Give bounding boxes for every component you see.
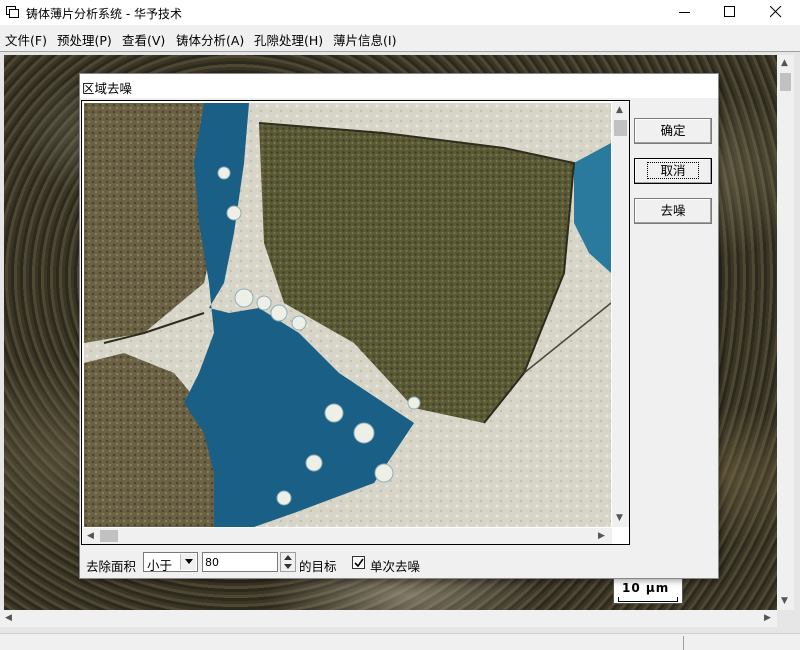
preview-image[interactable] — [84, 103, 611, 527]
maximize-button[interactable] — [707, 0, 753, 25]
menu-view[interactable]: 查看(V) — [122, 30, 165, 49]
single-denoise-label: 单次去噪 — [370, 559, 421, 574]
ok-button-label: 确定 — [660, 123, 686, 138]
checkmark-icon — [354, 558, 364, 568]
main-vertical-scrollbar[interactable]: ▲ ▼ — [777, 55, 794, 610]
scroll-left-icon[interactable]: ◀ — [5, 613, 12, 623]
comparison-value: 小于 — [147, 558, 173, 573]
target-label: 的目标 — [299, 559, 337, 574]
chevron-down-icon — [185, 559, 193, 564]
scroll-down-icon[interactable]: ▼ — [781, 596, 788, 606]
scroll-left-icon[interactable]: ◀ — [87, 531, 94, 541]
app-icon — [6, 6, 19, 18]
scroll-up-icon[interactable]: ▲ — [781, 58, 788, 68]
minimize-icon — [679, 12, 690, 13]
denoise-button-label: 去噪 — [660, 203, 686, 218]
preview-horizontal-scrollbar[interactable]: ◀ ▶ — [83, 528, 612, 544]
preview-vertical-scrollbar[interactable]: ▲ ▼ — [612, 102, 629, 527]
cancel-button-label: 取消 — [647, 162, 699, 179]
menu-bar: 文件(F) 预处理(P) 查看(V) 铸体分析(A) 孔隙处理(H) 薄片信息(… — [0, 25, 800, 51]
scale-bar-label: 10 μm — [622, 581, 670, 595]
spin-up[interactable] — [281, 553, 295, 562]
micrograph-illustration — [84, 103, 611, 527]
spin-down[interactable] — [281, 562, 295, 571]
status-bar — [0, 633, 800, 650]
dialog-title-bar: 区域去噪 — [80, 74, 718, 98]
close-icon — [770, 6, 782, 18]
scroll-thumb[interactable] — [100, 530, 118, 542]
single-denoise-checkbox[interactable] — [352, 556, 365, 569]
window-title: 铸体薄片分析系统 - 华予技术 — [26, 7, 182, 21]
spin-up-icon — [284, 555, 292, 560]
scale-bar: 10 μm — [613, 578, 683, 604]
denoise-options-row: 去除面积 小于 的目标 单次去噪 — [80, 550, 718, 576]
scroll-right-icon[interactable]: ▶ — [764, 613, 771, 623]
area-spinner[interactable] — [280, 552, 296, 572]
scroll-thumb[interactable] — [614, 120, 627, 136]
title-bar: 铸体薄片分析系统 - 华予技术 — [0, 0, 800, 25]
scale-bar-line — [618, 597, 678, 602]
scroll-thumb[interactable] — [780, 73, 791, 91]
area-value-input[interactable] — [202, 552, 278, 572]
scroll-up-icon[interactable]: ▲ — [616, 105, 623, 115]
area-label: 去除面积 — [86, 559, 137, 574]
menu-thin-section-info[interactable]: 薄片信息(I) — [333, 30, 396, 49]
preview-frame: ▲ ▼ ◀ ▶ — [81, 100, 630, 545]
denoise-dialog: 区域去噪 ▲ ▼ ◀ ▶ 确定 取消 去噪 去除面积 小于 80 的目标 单次去… — [79, 73, 719, 579]
scroll-right-icon[interactable]: ▶ — [598, 531, 605, 541]
ok-button[interactable]: 确定 — [634, 118, 712, 144]
minimize-button[interactable] — [662, 0, 708, 25]
maximize-icon — [724, 6, 735, 17]
dialog-title: 区域去噪 — [82, 81, 133, 96]
spin-down-icon — [284, 564, 292, 569]
scroll-down-icon[interactable]: ▼ — [616, 513, 623, 523]
menu-preprocess[interactable]: 预处理(P) — [57, 30, 112, 49]
dropdown-button[interactable] — [180, 554, 196, 570]
denoise-button[interactable]: 去噪 — [634, 198, 712, 224]
menu-cast-analysis[interactable]: 铸体分析(A) — [176, 30, 244, 49]
status-divider — [683, 636, 684, 650]
comparison-select[interactable]: 小于 — [143, 552, 198, 573]
cancel-button[interactable]: 取消 — [634, 158, 712, 184]
main-horizontal-scrollbar[interactable]: ◀ ▶ — [0, 610, 777, 627]
close-button[interactable] — [753, 0, 799, 25]
menu-pore-processing[interactable]: 孔隙处理(H) — [254, 30, 323, 49]
menu-file[interactable]: 文件(F) — [5, 30, 47, 49]
